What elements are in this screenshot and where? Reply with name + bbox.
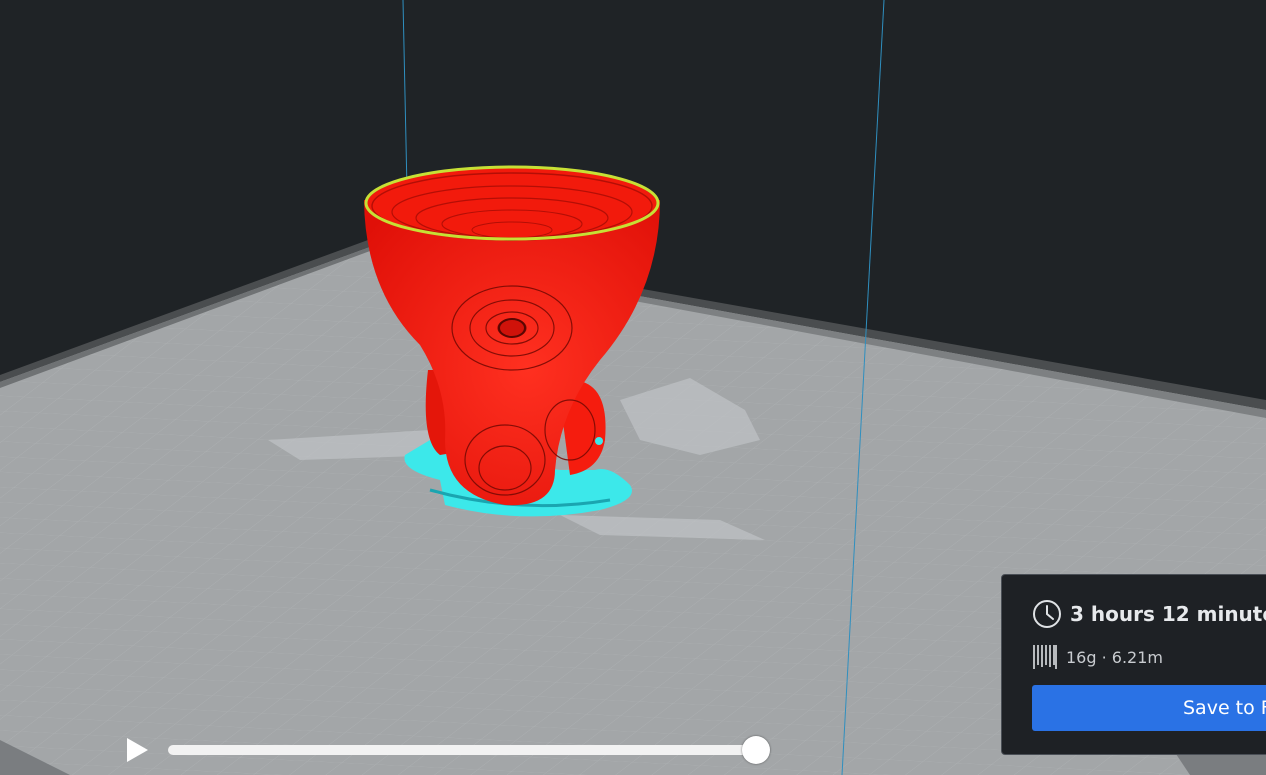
material-usage-row: 16g · 6.21m [1032, 643, 1163, 671]
material-usage-text: 16g · 6.21m [1066, 647, 1163, 667]
filament-spool-icon [1033, 645, 1057, 669]
play-button[interactable] [124, 736, 150, 764]
layer-slider[interactable] [168, 736, 770, 764]
play-icon [127, 738, 148, 762]
slider-handle[interactable] [742, 736, 770, 764]
print-time-text: 3 hours 12 minutes [1070, 602, 1266, 626]
print-time-row: 3 hours 12 minutes [1032, 599, 1266, 629]
print-info-panel: 3 hours 12 minutes 16g · 6.21m Save to F [1001, 574, 1266, 755]
save-button[interactable]: Save to F [1032, 685, 1266, 731]
slider-track[interactable] [168, 745, 756, 755]
clock-icon [1033, 600, 1061, 628]
